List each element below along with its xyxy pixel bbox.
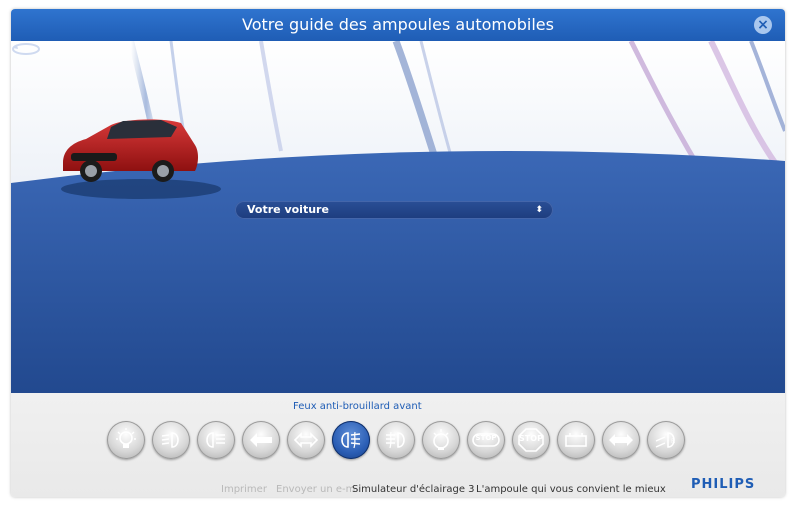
rear-fog-light-icon: [386, 431, 405, 449]
high-beam-button[interactable]: [197, 421, 235, 459]
function-panel: Feux anti-brouillard avant STOP STOP R I…: [11, 393, 785, 497]
selected-function-label: Feux anti-brouillard avant: [293, 401, 422, 412]
license-plate-light-button[interactable]: [422, 421, 460, 459]
svg-text:R: R: [671, 438, 675, 445]
license-plate-light-icon: [433, 429, 449, 450]
email-link[interactable]: Envoyer un e-m: [276, 484, 355, 495]
low-beam-button[interactable]: [152, 421, 190, 459]
best-bulb-link[interactable]: L'ampoule qui vous convient le mieux: [476, 484, 666, 495]
philips-logo: PHILIPS: [691, 477, 756, 492]
car-select-dropdown[interactable]: Votre voiture ⬍: [235, 201, 553, 219]
brake-light-button[interactable]: STOP: [467, 421, 505, 459]
reverse-light-button[interactable]: R: [647, 421, 685, 459]
bulb-function-toolbar: STOP STOP R: [107, 421, 697, 463]
close-icon: ×: [757, 17, 769, 33]
simulator-link[interactable]: Simulateur d'éclairage 3: [352, 484, 475, 495]
low-beam-icon: [161, 432, 179, 448]
updown-arrows-icon: ⬍: [535, 205, 543, 215]
turn-signal-front-icon: [250, 433, 272, 447]
car-select-label: Votre voiture: [247, 203, 329, 216]
rotate-view-icon[interactable]: [11, 41, 41, 57]
front-fog-light-icon: [341, 431, 361, 449]
close-button[interactable]: ×: [754, 16, 772, 34]
car-stage: Votre voiture ⬍: [11, 41, 785, 393]
stop-light-button[interactable]: STOP: [512, 421, 550, 459]
interior-light-icon: [116, 428, 136, 448]
app-window: Votre guide des ampoules automobiles × V…: [11, 9, 785, 497]
side-indicator-button[interactable]: [287, 421, 325, 459]
turn-signal-rear-icon: [609, 434, 633, 446]
print-link[interactable]: Imprimer: [221, 484, 267, 495]
turn-signal-front-button[interactable]: [242, 421, 280, 459]
rear-fog-light-button[interactable]: [377, 421, 415, 459]
window-title: Votre guide des ampoules automobiles: [242, 15, 554, 34]
parking-light-icon: [565, 433, 587, 447]
brake-light-text: STOP: [475, 434, 497, 442]
parking-light-button[interactable]: [557, 421, 595, 459]
stop-light-text: STOP: [519, 434, 543, 443]
side-indicator-icon: [293, 432, 319, 448]
turn-signal-rear-button[interactable]: [602, 421, 640, 459]
reverse-light-icon: R: [655, 432, 675, 448]
interior-light-button[interactable]: [107, 421, 145, 459]
front-fog-light-button[interactable]: [332, 421, 370, 459]
car-image: [61, 119, 221, 199]
title-bar: Votre guide des ampoules automobiles ×: [11, 9, 785, 41]
high-beam-icon: [206, 432, 225, 448]
